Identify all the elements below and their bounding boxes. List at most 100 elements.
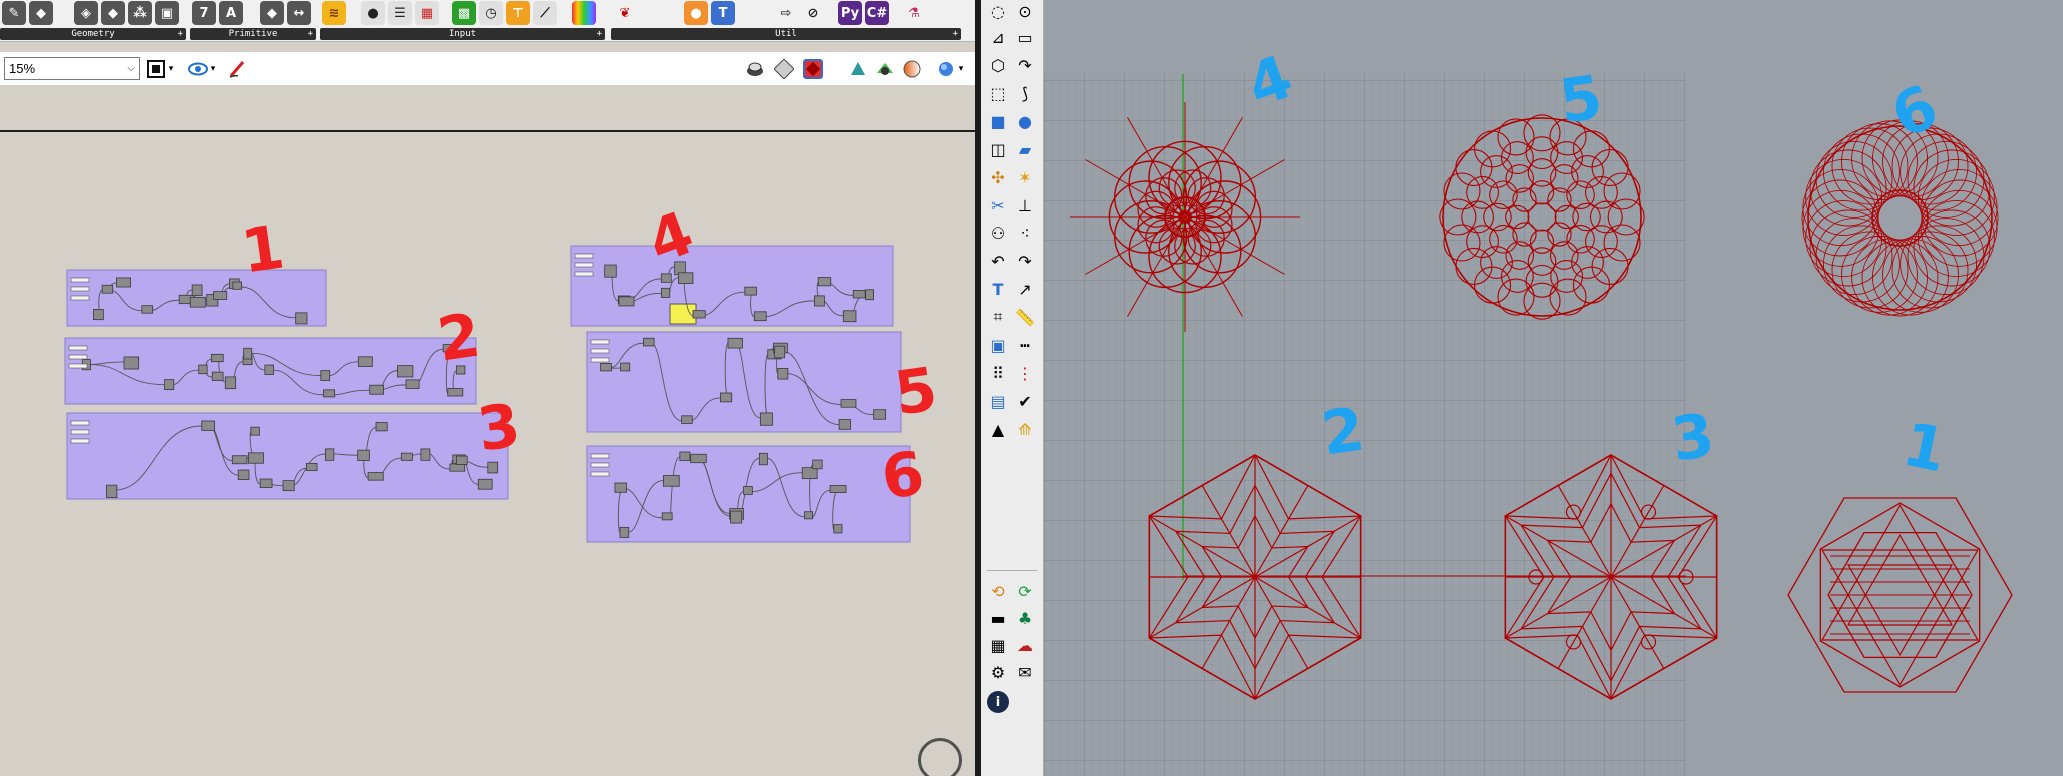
ribbon-label-util: Util + [611,28,961,40]
annotation-6: 6 [877,438,929,514]
curve-param-icon[interactable]: ✎ [2,1,26,25]
toolbar-separator [987,570,1037,571]
arc-icon[interactable]: ↷ [1014,54,1036,76]
preview-dropdown-icon[interactable]: ▾ [208,59,218,79]
csharp-icon[interactable]: C# [865,1,889,25]
ribbon-group-primitive: 7 A ◆ ↔ Primitive + [190,0,316,42]
zoom-select[interactable]: 15% ⌵ [4,57,140,80]
mail-icon[interactable]: ✉ [1014,661,1036,683]
python-icon[interactable]: Py [838,1,862,25]
rhino-viewport[interactable]: 4 5 6 2 3 1 [1044,0,2063,776]
canvas-toolbar: 15% ⌵ ▾ ▾ ▾ [0,52,975,86]
group-definition-5[interactable] [586,331,902,433]
text-param-icon[interactable]: A [219,1,243,25]
measure-icon[interactable]: 📏 [1014,306,1036,328]
timer-icon[interactable]: ⊘ [801,1,825,25]
orbit-icon[interactable]: ⊙ [1014,0,1036,22]
clock-icon[interactable]: ◷ [479,1,503,25]
rectangle-icon[interactable]: ▭ [1014,26,1036,48]
transform-icon[interactable]: ⌗ [987,306,1009,328]
array-icon[interactable]: ⠿ [987,362,1009,384]
integer-param-icon[interactable]: 7 [192,1,216,25]
ribbon-group-util: ❦ ● T ⇨ ⊘ Py C# ⚗ Util + [611,0,961,42]
explode-icon[interactable]: ✶ [1014,166,1036,188]
tree-icon[interactable]: ♣ [1014,607,1036,629]
point-icon[interactable]: ◌ [987,0,1009,22]
flask-icon[interactable]: ⚗ [902,1,926,25]
checker-icon[interactable]: ▦ [987,634,1009,656]
cylinder-icon[interactable]: ◫ [987,138,1009,160]
mesh-icon[interactable]: ▰ [1014,138,1036,160]
cherry-icon[interactable]: ❦ [613,1,637,25]
mesh-param-icon[interactable]: ◈ [74,1,98,25]
gradient-bar-icon[interactable] [572,1,596,25]
geometry-param-icon[interactable]: ◆ [29,1,53,25]
check-icon[interactable]: ✔ [1014,390,1036,412]
construction-grid [1044,74,1686,776]
number-slider-icon[interactable]: ⊤ [506,1,530,25]
cloud-upload-icon[interactable]: ☁ [1014,634,1036,656]
box-icon[interactable]: ■ [987,110,1009,132]
arrow-right-icon[interactable]: ⇨ [774,1,798,25]
preview-selected-icon[interactable] [803,59,823,79]
surface-param-icon[interactable]: ▣ [155,1,179,25]
value-list-icon[interactable]: ☰ [388,1,412,25]
material-sphere-icon[interactable] [902,59,922,79]
gradient-icon[interactable]: ▩ [452,1,476,25]
sketch-pen-icon[interactable] [228,59,248,79]
ribbon-label-geometry: Geometry + [0,28,186,40]
graph-mapper-icon[interactable]: ≋ [322,1,346,25]
block-icon[interactable]: ▣ [987,334,1009,356]
boolean-icon[interactable]: ⚇ [987,222,1009,244]
fillet-icon[interactable]: ✣ [987,166,1009,188]
settings-icon[interactable]: ⚙ [987,661,1009,683]
grasshopper-icon[interactable]: ⟰ [1014,418,1036,440]
plugin-orange-icon[interactable]: ⟲ [987,580,1009,602]
surface-edge-icon[interactable]: ⬚ [987,82,1009,104]
boolean-toggle-icon[interactable]: ● [361,1,385,25]
panel-yellow[interactable] [669,303,697,325]
canvas-navigation-widget[interactable] [918,738,962,776]
render-icon[interactable]: ▤ [987,390,1009,412]
ribbon-label-input: Input + [320,28,605,40]
annotation-3: 3 [473,390,525,466]
viewport-label-5: 5 [1555,62,1607,138]
graph-icon[interactable]: ⟋ [533,1,557,25]
text-icon[interactable]: T [987,278,1009,300]
snap-icon[interactable]: ⋮ [1014,362,1036,384]
color-swatch-icon[interactable]: ▦ [415,1,439,25]
zoom-extents-icon[interactable] [146,59,166,79]
brep-param-icon[interactable]: ◆ [101,1,125,25]
offset-icon[interactable]: ↷ [1014,250,1036,272]
viewport-label-2: 2 [1317,394,1369,470]
curve-icon[interactable]: ↶ [987,250,1009,272]
component-ribbon: ✎ ◆ ◈ ◆ ⁂ ▣ Geometry + 7 A ◆ ↔ Primitive + [0,0,975,42]
video-icon[interactable]: ▬ [987,607,1009,629]
info-icon[interactable]: i [987,691,1009,713]
refresh-icon[interactable]: ⟳ [1014,580,1036,602]
material-teal-icon[interactable] [848,59,868,79]
polygon-icon[interactable]: ⬡ [987,54,1009,76]
trim-icon[interactable]: ✂ [987,194,1009,216]
sphere-icon[interactable]: ● [1014,110,1036,132]
group-icon[interactable]: ⁖ [1014,222,1036,244]
loft-icon[interactable]: ⟆ [1014,82,1036,104]
cluster-input-icon[interactable]: ● [684,1,708,25]
material-green-icon[interactable] [875,59,895,79]
point-param-icon[interactable]: ⁂ [128,1,152,25]
preview-shaded-icon[interactable] [774,59,794,79]
cluster-output-icon[interactable]: T [711,1,735,25]
dimension-icon[interactable]: ↗ [1014,278,1036,300]
preview-eye-icon[interactable] [188,59,208,79]
display-sphere-icon[interactable] [936,59,956,79]
annotation-2: 2 [433,300,485,376]
polyline-icon[interactable]: ⊿ [987,26,1009,48]
shape-param-icon[interactable]: ◆ [260,1,284,25]
display-dropdown-icon[interactable]: ▾ [956,59,966,79]
cube-icon[interactable]: ▲ [987,418,1009,440]
preview-wire-icon[interactable] [745,59,765,79]
split-icon[interactable]: ⊥ [1014,194,1036,216]
domain-param-icon[interactable]: ↔ [287,1,311,25]
layout-icon[interactable]: ┅ [1014,334,1036,356]
zoom-dropdown-icon[interactable]: ▾ [166,59,176,79]
